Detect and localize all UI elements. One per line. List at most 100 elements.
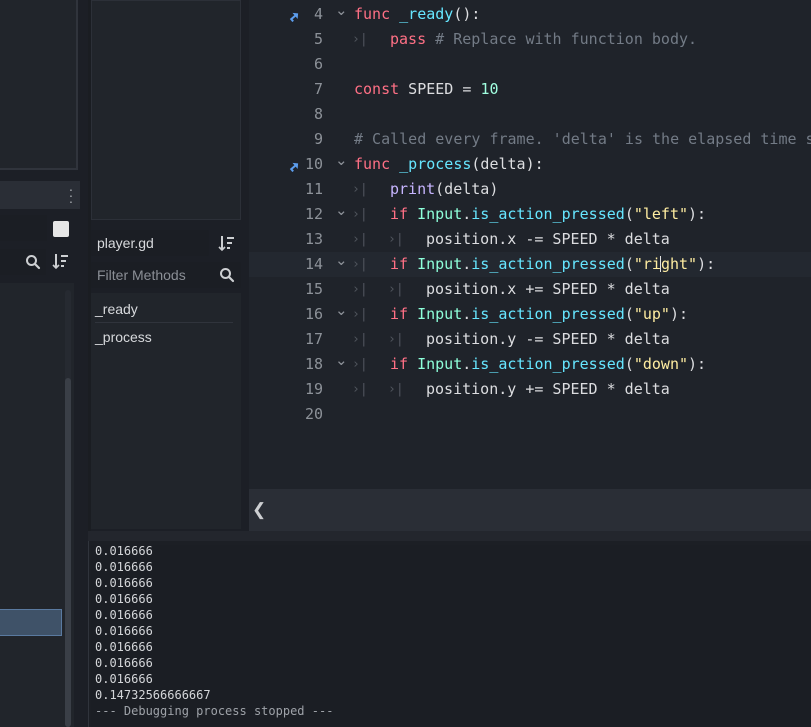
code-token: 10 [480, 80, 499, 98]
code-token: # Called every frame. 'delta' is the ela… [354, 130, 811, 148]
output-line: 0.016666 [95, 624, 153, 638]
left-scrollbar-thumb[interactable] [65, 378, 71, 727]
code-token: SPEED = [399, 80, 481, 98]
code-token: position.y += SPEED * delta [426, 380, 670, 398]
code-token: pass [390, 30, 427, 48]
method-item-ready[interactable]: _ready [95, 301, 233, 317]
fold-arrow-icon[interactable]: ⌄ [335, 202, 348, 227]
code-token: . [462, 205, 472, 223]
left-dock-field[interactable] [0, 215, 47, 241]
line-number: 11 [304, 180, 323, 198]
divider [95, 322, 233, 323]
code-line[interactable]: pass # Replace with function body. [390, 27, 697, 52]
code-line[interactable]: if Input.is_action_pressed("left"): [390, 202, 706, 227]
code-token: is_action_pressed [471, 255, 625, 273]
line-number: 16 [304, 305, 323, 323]
line-number: 6 [313, 55, 323, 73]
code-token: ( [624, 205, 634, 223]
code-line[interactable]: if Input.is_action_pressed("right"): [390, 252, 715, 277]
code-token: ): [669, 305, 689, 323]
output-line: 0.14732566666667 [95, 688, 211, 702]
left-dock-selected-row[interactable] [0, 609, 62, 636]
code-token: if [390, 255, 409, 273]
code-line[interactable]: print(delta) [390, 177, 498, 202]
collapse-panel-icon[interactable]: ❮ [252, 500, 266, 520]
output-line: 0.016666 [95, 656, 153, 670]
code-token: is_action_pressed [471, 205, 625, 223]
script-name-field[interactable]: player.gd [91, 230, 209, 256]
code-token: . [462, 355, 472, 373]
code-token: _process [399, 155, 472, 173]
left-dock-list [0, 283, 74, 727]
tab-marker: ›| [352, 357, 368, 372]
code-token: position.x -= SPEED * delta [426, 230, 670, 248]
output-line: 0.016666 [95, 672, 153, 686]
tab-marker: ›| [352, 232, 368, 247]
code-token: ): [697, 255, 716, 273]
methods-list: _ready _process [91, 293, 241, 529]
code-line[interactable]: position.y += SPEED * delta [426, 377, 670, 402]
code-line[interactable]: const SPEED = 10 [354, 77, 499, 102]
tab-marker: ›| [352, 307, 368, 322]
code-token: (): [453, 5, 481, 23]
code-line[interactable]: if Input.is_action_pressed("up"): [390, 302, 688, 327]
horizontal-splitter[interactable] [88, 531, 811, 541]
code-line[interactable]: func _ready(): [354, 2, 480, 27]
line-number: 13 [304, 230, 323, 248]
code-line[interactable]: position.x += SPEED * delta [426, 277, 670, 302]
code-line[interactable]: position.x -= SPEED * delta [426, 227, 670, 252]
code-token: ): [688, 205, 707, 223]
tab-marker: ›| [388, 332, 404, 347]
tab-marker: ›| [352, 207, 368, 222]
search-icon[interactable] [24, 253, 42, 271]
code-line[interactable]: if Input.is_action_pressed("down"): [390, 352, 706, 377]
code-line[interactable]: position.y -= SPEED * delta [426, 327, 670, 352]
line-number: 17 [304, 330, 323, 348]
fold-arrow-icon[interactable]: ⌄ [335, 252, 348, 277]
override-icon[interactable] [286, 8, 300, 22]
tab-marker: ›| [352, 332, 368, 347]
code-token: ( [624, 305, 634, 323]
tab-marker: ›| [388, 232, 404, 247]
code-line[interactable]: # Called every frame. 'delta' is the ela… [354, 127, 811, 152]
tab-marker: ›| [388, 282, 404, 297]
tab-marker: ›| [352, 282, 368, 297]
output-line: 0.016666 [95, 640, 153, 654]
left-top-panel [0, 0, 78, 170]
code-token: (delta) [435, 180, 499, 198]
tab-marker: ›| [388, 382, 404, 397]
code-token: Input [417, 355, 463, 373]
fold-arrow-icon[interactable]: ⌄ [335, 152, 348, 177]
output-line: 0.016666 [95, 544, 153, 558]
code-token: ( [624, 255, 634, 273]
line-number: 14 [304, 255, 323, 273]
code-token: Input [417, 205, 463, 223]
kebab-menu-icon[interactable]: · · · [67, 182, 75, 208]
code-token: const [354, 80, 400, 98]
script-list [91, 0, 241, 220]
search-icon[interactable] [218, 266, 236, 284]
fold-arrow-icon[interactable]: ⌄ [335, 302, 348, 327]
code-line[interactable]: func _process(delta): [354, 152, 544, 177]
line-number: 15 [304, 280, 323, 298]
tab-marker: ›| [352, 257, 368, 272]
code-token: "ri [633, 255, 661, 273]
output-line: 0.016666 [95, 592, 153, 606]
fold-arrow-icon[interactable]: ⌄ [335, 352, 348, 377]
code-token: if [390, 305, 409, 323]
color-swatch[interactable] [53, 221, 69, 237]
output-line: 0.016666 [95, 608, 153, 622]
method-item-process[interactable]: _process [95, 329, 233, 345]
line-number: 5 [313, 30, 323, 48]
override-icon[interactable] [286, 158, 300, 172]
code-token: Input [417, 305, 463, 323]
sort-icon[interactable] [52, 252, 70, 270]
fold-arrow-icon[interactable]: ⌄ [335, 2, 348, 27]
line-number: 7 [313, 80, 323, 98]
code-token: . [462, 305, 472, 323]
sort-icon[interactable] [218, 234, 236, 252]
